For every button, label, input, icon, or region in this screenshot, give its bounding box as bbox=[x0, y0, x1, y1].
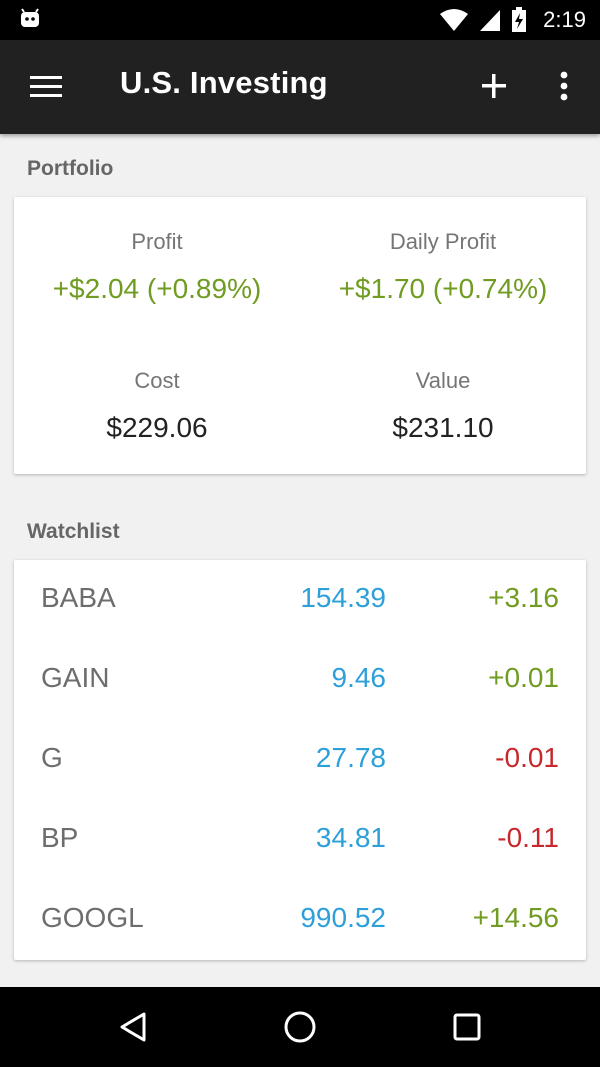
value-label: Value bbox=[415, 368, 471, 393]
watchlist-row[interactable]: G 27.78 -0.01 bbox=[14, 720, 586, 800]
signal-icon bbox=[480, 10, 501, 31]
back-icon[interactable] bbox=[114, 1007, 154, 1047]
watchlist-change: +14.56 bbox=[472, 902, 559, 933]
status-bar: 2:19 bbox=[0, 0, 600, 40]
watchlist-price: 9.46 bbox=[331, 662, 387, 693]
daily-profit-stat: Daily Profit +$1.70 (+0.74%) bbox=[300, 229, 586, 305]
home-icon[interactable] bbox=[280, 1007, 320, 1047]
cost-value: $229.06 bbox=[106, 412, 208, 443]
cost-stat: Cost $229.06 bbox=[14, 368, 300, 444]
status-time: 2:19 bbox=[543, 7, 586, 32]
value-value: $231.10 bbox=[392, 412, 494, 443]
watchlist-row[interactable]: GOOGL 990.52 +14.56 bbox=[14, 880, 586, 960]
watchlist-price: 990.52 bbox=[300, 902, 386, 933]
watchlist-header: Watchlist bbox=[27, 520, 120, 543]
watchlist-price: 154.39 bbox=[300, 582, 386, 613]
watchlist-symbol: GAIN bbox=[41, 662, 110, 693]
nav-bar bbox=[0, 987, 600, 1067]
watchlist-row[interactable]: GAIN 9.46 +0.01 bbox=[14, 640, 586, 720]
watchlist-symbol: GOOGL bbox=[41, 902, 144, 933]
watchlist-symbol: BP bbox=[41, 822, 79, 853]
menu-icon[interactable] bbox=[28, 70, 66, 104]
daily-profit-label: Daily Profit bbox=[389, 229, 497, 254]
daily-profit-value: +$1.70 (+0.74%) bbox=[338, 273, 548, 304]
watchlist-change: +3.16 bbox=[488, 582, 559, 613]
more-vert-icon[interactable] bbox=[548, 68, 580, 104]
app-bar: U.S. Investing bbox=[0, 40, 600, 134]
recents-icon[interactable] bbox=[447, 1007, 487, 1047]
watchlist-change: -0.01 bbox=[495, 742, 559, 773]
portfolio-card: Profit +$2.04 (+0.89%) Daily Profit +$1.… bbox=[14, 197, 586, 474]
watchlist-card: BABA 154.39 +3.16 GAIN 9.46 +0.01 G 27.7… bbox=[14, 560, 586, 960]
watchlist-symbol: BABA bbox=[41, 582, 116, 613]
watchlist-price: 34.81 bbox=[315, 822, 386, 853]
watchlist-row[interactable]: BP 34.81 -0.11 bbox=[14, 800, 586, 880]
portfolio-header: Portfolio bbox=[27, 157, 114, 180]
watchlist-symbol: G bbox=[41, 742, 63, 773]
watchlist-change: -0.11 bbox=[497, 822, 559, 853]
battery-icon bbox=[512, 7, 527, 32]
wifi-icon bbox=[440, 9, 469, 31]
profit-label: Profit bbox=[131, 229, 183, 254]
watchlist-row[interactable]: BABA 154.39 +3.16 bbox=[14, 560, 586, 640]
add-icon[interactable] bbox=[476, 68, 512, 104]
android-icon bbox=[21, 8, 39, 27]
watchlist-change: +0.01 bbox=[488, 662, 559, 693]
app-title: U.S. Investing bbox=[120, 65, 328, 100]
profit-value: +$2.04 (+0.89%) bbox=[52, 273, 262, 304]
value-stat: Value $231.10 bbox=[300, 368, 586, 444]
watchlist-price: 27.78 bbox=[315, 742, 386, 773]
profit-stat: Profit +$2.04 (+0.89%) bbox=[14, 229, 300, 305]
cost-label: Cost bbox=[134, 368, 180, 393]
